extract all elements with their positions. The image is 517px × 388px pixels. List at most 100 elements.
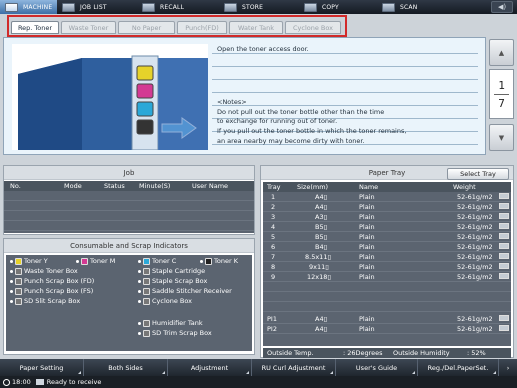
table-row[interactable]: 2 A4▯ Plain 52-61g/m2 <box>263 202 511 212</box>
nav-tab-machine[interactable]: MACHINE <box>0 0 57 14</box>
nav-tab-scan[interactable]: SCAN <box>377 0 457 14</box>
ru-curl-adjustment-button[interactable]: RU Curl Adjustment <box>252 359 336 376</box>
toner-icon <box>81 257 88 265</box>
table-row <box>263 282 511 292</box>
reg-del-paperset-button[interactable]: Reg./Del.PaperSet. <box>418 359 499 376</box>
column-header: Mode <box>64 182 82 190</box>
job-panel: Job No. Mode Status Minute(S) User Name <box>3 165 255 235</box>
guidance-text-area: Open the toner access door. <Notes> Do n… <box>212 40 478 152</box>
consumable-waste-toner-box: Waste Toner Box <box>10 267 78 275</box>
scan-icon <box>382 2 395 12</box>
consumable-toner-m: Toner M <box>76 257 115 265</box>
copy-icon <box>304 2 317 12</box>
table-row[interactable]: PI2 A4▯ Plain 52-61g/m2 <box>263 324 511 334</box>
consumable-saddle-stitcher: Saddle Stitcher Receiver <box>138 287 232 295</box>
guide-notes-title: <Notes> <box>217 98 247 106</box>
consumable-cyclone-box: Cyclone Box <box>138 297 192 305</box>
staple-icon <box>143 267 150 275</box>
top-navigation-bar: MACHINE JOB LIST RECALL STORE COPY SCAN … <box>0 0 517 14</box>
tab-waste-toner[interactable]: Waste Toner <box>61 21 116 34</box>
outside-humidity-label: Outside Humidity <box>393 349 450 357</box>
guide-instruction: Open the toner access door. <box>217 45 309 53</box>
users-guide-button[interactable]: User's Guide <box>336 359 418 376</box>
adjustment-button[interactable]: Adjustment <box>168 359 252 376</box>
table-row[interactable] <box>4 221 254 231</box>
tray-list: 1 A4▯ Plain 52-61g/m2 2 A4▯ Plain 52-61g/m2 3A… <box>263 192 511 346</box>
column-header: Name <box>359 183 379 191</box>
table-row[interactable] <box>4 201 254 211</box>
nav-tab-copy[interactable]: COPY <box>299 0 377 14</box>
column-header: Minute(S) <box>139 182 171 190</box>
table-row[interactable]: 9 12x18▯ Plain 52-61g/m2 <box>263 272 511 282</box>
tab-punch-fd[interactable]: Punch(FD) <box>177 21 227 34</box>
status-message: Ready to receive <box>46 378 102 386</box>
table-row[interactable]: 5 B5▯ Plain 52-61g/m2 <box>263 232 511 242</box>
job-list-icon <box>62 2 75 12</box>
nav-tab-store[interactable]: STORE <box>219 0 299 14</box>
table-row[interactable]: 6 B4▯ Plain 52-61g/m2 <box>263 242 511 252</box>
consumable-staple-scrap: Staple Scrap Box <box>138 277 207 285</box>
column-header: No. <box>10 182 21 190</box>
environment-status: Outside Temp. : 26Degrees Outside Humidi… <box>263 348 511 358</box>
table-row[interactable]: PI1 A4▯ Plain 52-61g/m2 <box>263 314 511 324</box>
nav-tab-job-list[interactable]: JOB LIST <box>57 0 137 14</box>
nav-tab-label: COPY <box>322 3 339 11</box>
outside-humidity-value: : 52% <box>467 349 486 357</box>
punch-box-icon <box>15 277 22 285</box>
cyclone-icon <box>143 297 150 305</box>
table-row[interactable]: 3 A3▯ Plain 52-61g/m2 <box>263 212 511 222</box>
scrap-box-icon <box>143 329 150 337</box>
chevron-right-icon: › <box>506 363 510 372</box>
bottom-function-bar: Paper Setting Both Sides Adjustment RU C… <box>0 359 517 376</box>
table-row <box>263 292 511 302</box>
consumable-punch-scrap-fs: Punch Scrap Box (FS) <box>10 287 93 295</box>
tab-no-paper[interactable]: No Paper <box>118 21 175 34</box>
nav-tab-label: RECALL <box>160 3 185 11</box>
table-row[interactable]: 7 8.5x11▯ Plain 52-61g/m2 <box>263 252 511 262</box>
table-row[interactable] <box>4 191 254 201</box>
guide-pager: ▲ 1 7 ▼ <box>489 37 514 155</box>
category-tab-strip: Rep. Toner Waste Toner No Paper Punch(FD… <box>7 15 347 37</box>
consumable-sd-trim-scrap: SD Trim Scrap Box <box>138 329 212 337</box>
nav-tab-label: MACHINE <box>23 3 53 11</box>
select-tray-button[interactable]: Select Tray <box>447 168 509 180</box>
tab-rep-toner[interactable]: Rep. Toner <box>11 21 59 34</box>
scroll-right-button[interactable]: › <box>499 359 517 376</box>
toner-door-illustration <box>12 44 208 151</box>
speaker-icon[interactable]: ◀) <box>491 1 513 13</box>
both-sides-button[interactable]: Both Sides <box>84 359 168 376</box>
tab-water-tank[interactable]: Water Tank <box>229 21 283 34</box>
store-icon <box>224 2 237 12</box>
consumable-toner-k: Toner K <box>200 257 238 265</box>
nav-tab-label: JOB LIST <box>80 3 107 11</box>
nav-tab-recall[interactable]: RECALL <box>137 0 219 14</box>
table-row[interactable]: 8 9x11▯ Plain 52-61g/m2 <box>263 262 511 272</box>
page-current: 1 <box>498 78 505 92</box>
guidance-panel: Open the toner access door. <Notes> Do n… <box>3 37 486 155</box>
page-down-button[interactable]: ▼ <box>489 124 514 151</box>
saddle-icon <box>143 287 150 295</box>
consumables-panel: Consumable and Scrap Indicators Toner Y … <box>3 238 255 355</box>
page-up-button[interactable]: ▲ <box>489 39 514 66</box>
scrap-box-icon <box>15 297 22 305</box>
consumable-staple-cartridge: Staple Cartridge <box>138 267 205 275</box>
table-row[interactable] <box>4 211 254 221</box>
staple-icon <box>143 277 150 285</box>
tab-cyclone-box[interactable]: Cyclone Box <box>285 21 341 34</box>
column-header: User Name <box>192 182 229 190</box>
consumable-toner-c: Toner C <box>138 257 176 265</box>
tray-table-header: Tray Size(mm) Name Weight <box>263 182 511 192</box>
paper-setting-button[interactable]: Paper Setting <box>0 359 84 376</box>
column-header: Size(mm) <box>297 183 329 191</box>
column-header: Tray <box>267 183 281 191</box>
page-indicator: 1 7 <box>489 69 514 119</box>
column-header: Weight <box>453 183 476 191</box>
table-row[interactable]: 1 A4▯ Plain 52-61g/m2 <box>263 192 511 202</box>
toner-icon <box>143 257 150 265</box>
table-row[interactable]: 4 B5▯ Plain 52-61g/m2 <box>263 222 511 232</box>
column-header: Status <box>104 182 125 190</box>
job-panel-title: Job <box>4 166 254 180</box>
job-list[interactable] <box>4 191 254 233</box>
clock-icon <box>3 378 10 386</box>
nav-tab-label: SCAN <box>400 3 418 11</box>
